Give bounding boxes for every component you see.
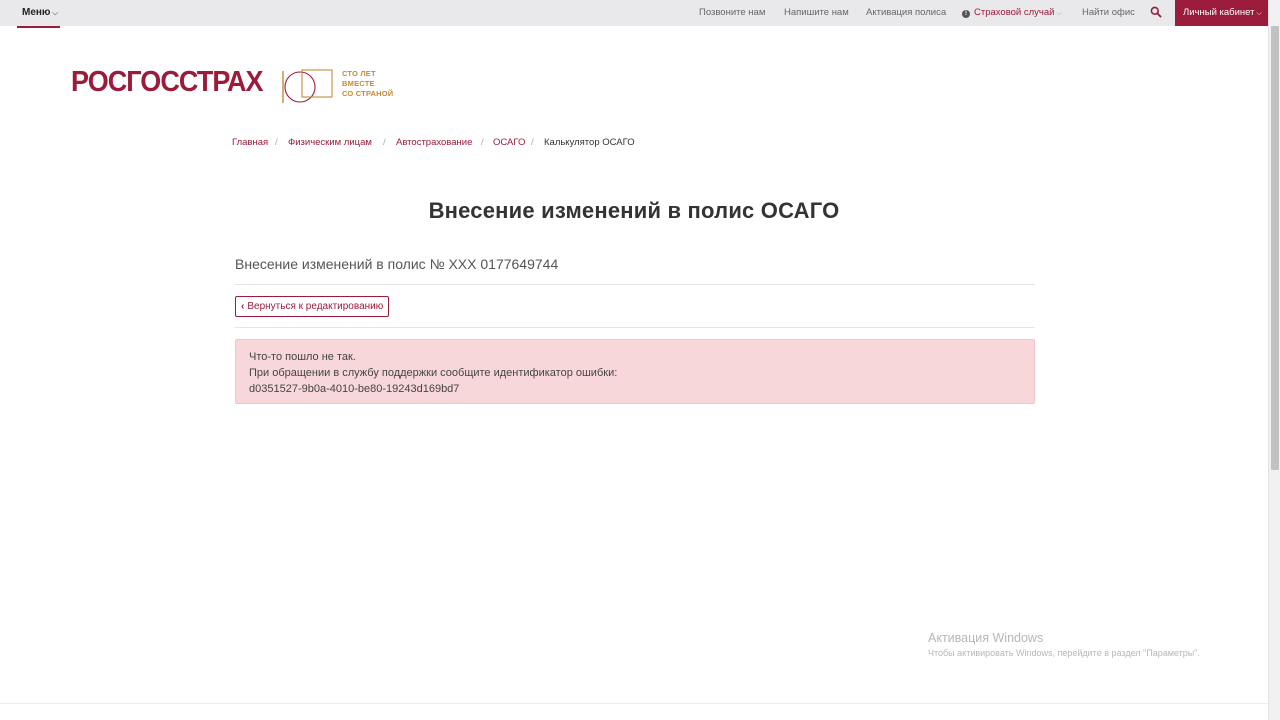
breadcrumb-individuals[interactable]: Физическим лицам xyxy=(288,137,372,148)
chevron-down-icon: ⌵ xyxy=(1056,10,1062,17)
back-to-editing-button[interactable]: ‹ Вернуться к редактированию xyxy=(235,296,390,317)
footer-divider xyxy=(0,703,1268,704)
policy-number-text: Внесение изменений в полис № XXX 0177649… xyxy=(235,256,559,272)
windows-activation-watermark: Активация Windows Чтобы активировать Win… xyxy=(928,631,1200,658)
menu-label: Меню xyxy=(22,7,51,18)
breadcrumb-osago[interactable]: ОСАГО xyxy=(493,137,525,148)
breadcrumb-separator: / xyxy=(531,137,534,148)
back-to-editing-label: Вернуться к редактированию xyxy=(247,301,384,312)
error-message: Что-то пошло не так. xyxy=(249,351,356,363)
top-link-find-office[interactable]: Найти офис xyxy=(1082,7,1135,18)
slogan-line: СТО ЛЕТ xyxy=(342,69,376,78)
slogan-line: СО СТРАНОЙ xyxy=(342,89,394,98)
breadcrumb-home[interactable]: Главная xyxy=(232,137,268,148)
error-alert: Что-то пошло не так. При обращении в слу… xyxy=(235,339,1035,404)
divider xyxy=(235,284,1035,285)
error-support-hint: При обращении в службу поддержки сообщит… xyxy=(249,367,618,379)
insurance-case-label: Страховой случай xyxy=(974,7,1055,18)
top-navigation-bar: Меню ⌵ Позвоните нам Напишите нам Активац… xyxy=(0,0,1268,28)
breadcrumb-current-osago-calculator: Калькулятор ОСАГО xyxy=(544,137,635,148)
chevron-left-icon: ‹ xyxy=(241,301,245,312)
slogan-line: ВМЕСТЕ xyxy=(342,79,375,88)
top-link-insurance-case[interactable]: ! Страховой случай ⌵ xyxy=(962,7,1062,18)
chevron-down-icon: ⌵ xyxy=(52,10,58,17)
top-link-policy-activation[interactable]: Активация полиса xyxy=(866,7,946,18)
personal-cabinet-label: Личный кабинет xyxy=(1183,7,1255,18)
chevron-down-icon: ⌵ xyxy=(1256,10,1262,17)
hundred-years-logo-icon xyxy=(282,69,333,103)
page-title: Внесение изменений в полис ОСАГО xyxy=(428,198,840,223)
breadcrumb-auto-insurance[interactable]: Автострахование xyxy=(396,137,472,148)
brand-logo[interactable]: РОСГОССТРАХ xyxy=(71,66,264,99)
search-icon[interactable] xyxy=(1150,6,1162,18)
watermark-title: Активация Windows xyxy=(928,631,1044,645)
top-link-write-us[interactable]: Напишите нам xyxy=(784,7,849,18)
menu-button[interactable]: Меню ⌵ xyxy=(17,0,60,28)
error-identifier: d0351527-9b0a-4010-be80-19243d169bd7 xyxy=(249,383,460,395)
scrollbar-thumb[interactable] xyxy=(1271,26,1279,470)
page-scrollbar[interactable] xyxy=(1268,0,1280,720)
breadcrumb-separator: / xyxy=(383,137,386,148)
breadcrumb-separator: / xyxy=(481,137,484,148)
logo-slogan: СТО ЛЕТ ВМЕСТЕ СО СТРАНОЙ xyxy=(342,69,393,99)
personal-cabinet-button[interactable]: Личный кабинет ⌵ xyxy=(1175,0,1268,26)
info-icon: ! xyxy=(962,10,970,18)
breadcrumb-separator: / xyxy=(275,137,278,148)
top-link-call-us[interactable]: Позвоните нам xyxy=(699,7,765,18)
divider xyxy=(235,327,1035,328)
watermark-subtitle: Чтобы активировать Windows, перейдите в … xyxy=(928,648,1200,658)
